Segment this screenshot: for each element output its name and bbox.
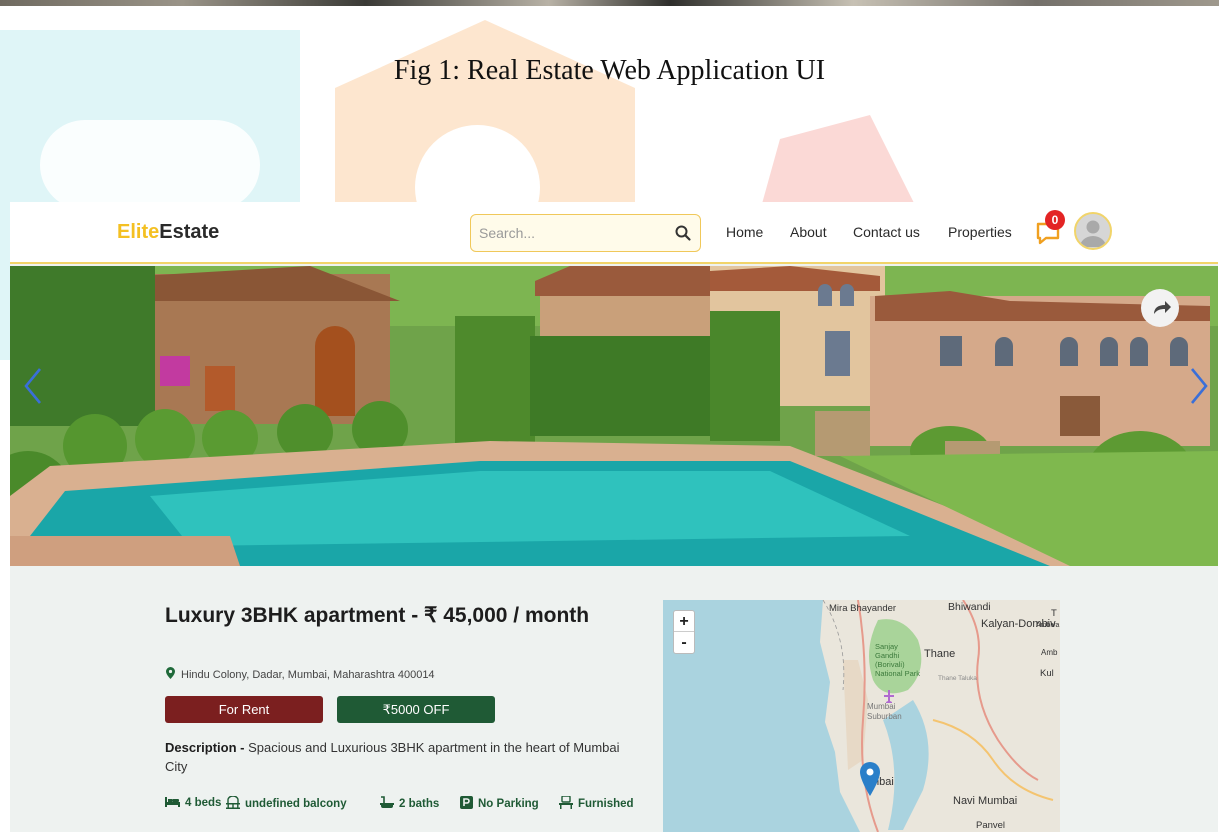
logo[interactable]: EliteEstate xyxy=(117,221,219,244)
discount-button[interactable]: ₹5000 OFF xyxy=(337,696,495,723)
location-pin-icon xyxy=(166,667,175,679)
map-label: Mira Bhayander xyxy=(829,603,897,614)
nav-about[interactable]: About xyxy=(790,224,827,240)
chair-icon xyxy=(559,795,573,809)
address-text: Hindu Colony, Dadar, Mumbai, Maharashtra… xyxy=(181,669,435,681)
logo-part-elite: Elite xyxy=(117,221,160,243)
map-zoom-control: + - xyxy=(673,610,695,654)
feature-beds: 4 beds xyxy=(165,796,221,809)
background-cloud xyxy=(40,120,260,210)
user-avatar-icon[interactable] xyxy=(1074,212,1112,250)
search-input[interactable] xyxy=(479,223,664,243)
share-button[interactable] xyxy=(1141,289,1179,327)
location-map[interactable]: + - Mira Bhayander Bhiwandi Kalyan-Dombi… xyxy=(663,600,1060,832)
bed-icon xyxy=(165,797,180,807)
figure-caption: Fig 1: Real Estate Web Application UI xyxy=(393,55,826,86)
map-zoom-in-button[interactable]: + xyxy=(674,611,694,632)
feature-balcony: undefined balcony xyxy=(226,795,347,810)
map-label: Amb xyxy=(1041,648,1058,657)
map-marker-icon[interactable] xyxy=(860,762,880,796)
bath-icon xyxy=(380,796,394,808)
map-label: Panvel xyxy=(976,820,1006,831)
map-label: T xyxy=(1051,608,1057,619)
feature-parking: No Parking xyxy=(460,796,539,810)
map-zoom-out-button[interactable]: - xyxy=(674,632,694,653)
map-label: Mumbai Suburban xyxy=(867,702,902,721)
app-window: EliteEstate Home About Contact us Proper… xyxy=(10,202,1218,832)
parking-icon xyxy=(460,796,473,809)
map-label: Navi Mumbai xyxy=(953,795,1018,807)
map-label: Thane Taluka xyxy=(938,675,977,682)
feature-baths: 2 baths xyxy=(380,796,439,810)
map-label: Thane xyxy=(924,648,956,660)
listing-address: Hindu Colony, Dadar, Mumbai, Maharashtra… xyxy=(166,667,435,681)
feature-furnished: Furnished xyxy=(559,795,634,810)
map-label: Kul xyxy=(1040,668,1054,679)
search-icon[interactable] xyxy=(674,224,692,242)
for-rent-button[interactable]: For Rent xyxy=(165,696,323,723)
photo-strip xyxy=(0,0,1219,6)
map-label: Ambiva xyxy=(1036,622,1060,629)
nav-home[interactable]: Home xyxy=(726,224,763,240)
listing-title: Luxury 3BHK apartment - ₹ 45,000 / month xyxy=(165,604,590,627)
page: Fig 1: Real Estate Web Application UI El… xyxy=(0,0,1219,832)
navbar: EliteEstate Home About Contact us Proper… xyxy=(10,202,1218,264)
carousel-prev-arrow-icon[interactable] xyxy=(22,366,44,406)
notification-badge: 0 xyxy=(1045,210,1065,230)
hero-image xyxy=(10,266,1218,566)
listing-description: Description - Spacious and Luxurious 3BH… xyxy=(165,738,635,776)
nav-properties[interactable]: Properties xyxy=(948,224,1012,240)
map-label: Bhiwandi xyxy=(948,601,991,613)
carousel-next-arrow-icon[interactable] xyxy=(1188,366,1210,406)
share-icon xyxy=(1154,301,1171,314)
search-box xyxy=(470,214,701,252)
logo-part-estate: Estate xyxy=(159,221,220,243)
balcony-icon xyxy=(226,795,240,809)
description-label: Description - xyxy=(165,740,245,755)
map-label: Sanjay Gandhi (Borivali) National Park xyxy=(875,642,921,678)
nav-contact-us[interactable]: Contact us xyxy=(853,224,920,240)
